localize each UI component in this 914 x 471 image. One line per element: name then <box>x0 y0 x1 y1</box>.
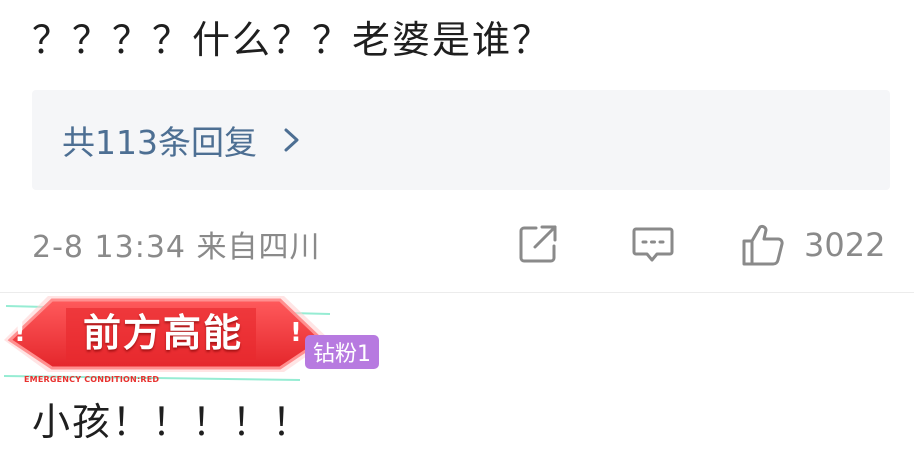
like-count: 3022 <box>804 226 886 264</box>
chevron-right-icon <box>284 128 299 152</box>
banner-title: 前方高能 <box>82 311 243 355</box>
banner-subtitle: EMERGENCY CONDITION:RED <box>24 375 160 384</box>
share-button[interactable] <box>516 222 560 266</box>
share-icon <box>519 225 557 263</box>
comment-text: ？？？？什么？？老婆是谁？ <box>32 18 553 62</box>
reply-comment-text: 小孩！！！！！ <box>32 400 313 444</box>
date-location: 2-8 13:34 来自四川 <box>32 230 321 265</box>
replies-box[interactable]: 共113条回复 <box>32 90 890 190</box>
comment-button[interactable] <box>630 222 676 266</box>
comment-icon <box>632 227 674 262</box>
like-button[interactable]: 3022 <box>740 222 885 268</box>
fan-badge: 钻粉1 <box>305 335 379 369</box>
comment-meta-row: 2-8 13:34 来自四川 3022 <box>32 216 890 272</box>
banner-bang-right: ! <box>290 318 302 348</box>
replies-count-label: 共113条回复 <box>62 123 257 162</box>
thumbs-up-icon <box>742 224 784 266</box>
replies-link[interactable]: 共113条回复 <box>62 116 305 164</box>
banner-bang-left: ! <box>14 318 26 348</box>
